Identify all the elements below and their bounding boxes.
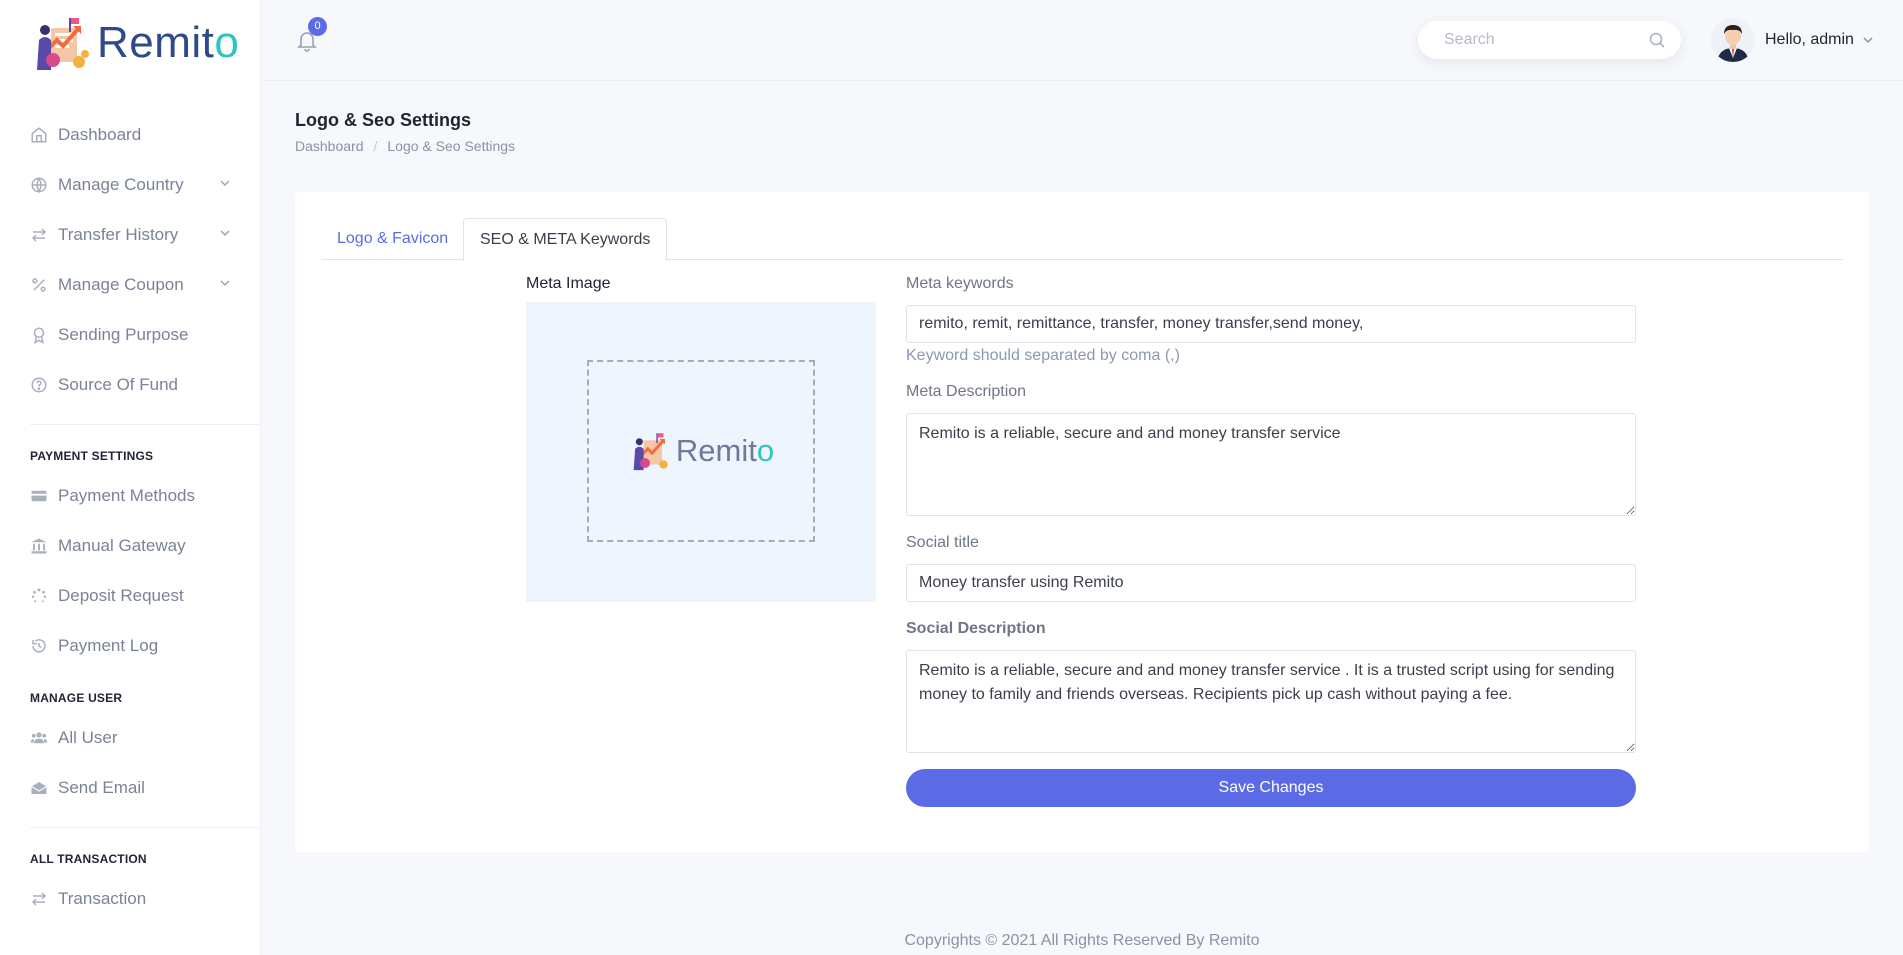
- spinner-icon: [30, 587, 48, 605]
- sidebar-item-label: Payment Methods: [58, 486, 196, 505]
- seo-form: Meta keywords Keyword should separated b…: [906, 275, 1636, 807]
- logo-illustration-icon: [633, 433, 668, 471]
- meta-image-logo: Remito: [628, 430, 774, 472]
- sidebar-item-manage-coupon[interactable]: Manage Coupon: [0, 260, 261, 310]
- search-input[interactable]: [1444, 31, 1644, 49]
- sidebar-heading-all-transaction: ALL TRANSACTION: [30, 852, 147, 866]
- social-title-label: Social title: [906, 534, 979, 551]
- sidebar-item-payment-methods[interactable]: Payment Methods: [0, 471, 261, 521]
- breadcrumb: Dashboard / Logo & Seo Settings: [295, 138, 515, 154]
- globe-icon: [30, 176, 48, 194]
- sidebar-item-all-user[interactable]: All User: [0, 713, 261, 763]
- meta-keywords-label: Meta keywords: [906, 275, 1014, 292]
- tab-bar: Logo & Favicon SEO & META Keywords: [321, 218, 1843, 261]
- tab-logo-favicon[interactable]: Logo & Favicon: [321, 218, 464, 260]
- sidebar-item-manual-gateway[interactable]: Manual Gateway: [0, 521, 261, 571]
- meta-image-logo-text: Remito: [675, 433, 775, 468]
- chevron-down-icon: [220, 230, 230, 237]
- page-footer: Copyrights © 2021 All Rights Reserved By…: [904, 932, 1260, 949]
- meta-image-label: Meta Image: [526, 275, 611, 292]
- sidebar-divider: [30, 827, 261, 828]
- tab-seo-meta-keywords[interactable]: SEO & META Keywords: [463, 218, 668, 261]
- notification-badge: 0: [308, 17, 327, 36]
- sidebar-item-label: Manage Country: [58, 175, 184, 194]
- sidebar-heading-payment-settings: PAYMENT SETTINGS: [30, 449, 154, 463]
- sidebar-item-label: Manage Coupon: [58, 275, 184, 294]
- social-description-label: Social Description: [906, 620, 1046, 637]
- sidebar-item-manage-country[interactable]: Manage Country: [0, 160, 261, 210]
- bank-icon: [30, 537, 48, 555]
- meta-keywords-hint: Keyword should separated by coma (,): [906, 347, 1180, 364]
- sidebar-item-transaction[interactable]: Transaction: [0, 874, 261, 924]
- chevron-down-icon: [1863, 37, 1873, 44]
- users-icon: [30, 729, 48, 747]
- percent-icon: [30, 276, 48, 294]
- search-icon[interactable]: [1649, 32, 1665, 48]
- social-description-textarea[interactable]: Remito is a reliable, secure and and mon…: [906, 650, 1636, 753]
- settings-card: Logo & Favicon SEO & META Keywords Meta …: [295, 192, 1869, 852]
- exchange-icon: [30, 890, 48, 908]
- history-icon: [30, 637, 48, 655]
- sidebar-item-sending-purpose[interactable]: Sending Purpose: [0, 310, 261, 360]
- envelope-icon: [30, 779, 48, 797]
- search-bar: [1418, 21, 1681, 59]
- user-greeting: Hello, admin: [1765, 31, 1854, 48]
- breadcrumb-current: Logo & Seo Settings: [387, 138, 516, 154]
- sidebar-item-deposit-request[interactable]: Deposit Request: [0, 571, 261, 621]
- social-title-input[interactable]: [906, 564, 1636, 602]
- award-icon: [30, 326, 48, 344]
- sidebar-item-label: Manual Gateway: [58, 536, 186, 555]
- logo-illustration-icon: [29, 14, 91, 72]
- sidebar-item-source-of-fund[interactable]: Source Of Fund: [0, 360, 261, 410]
- meta-keywords-input[interactable]: [906, 305, 1636, 343]
- brand-name: Remito: [97, 18, 240, 67]
- sidebar-item-label: Transfer History: [58, 225, 179, 244]
- sidebar-heading-manage-user: MANAGE USER: [30, 691, 123, 705]
- breadcrumb-separator: /: [373, 138, 378, 154]
- sidebar-nav: Dashboard Manage Country Transfer Histor…: [0, 110, 261, 924]
- brand-logo[interactable]: Remito: [29, 14, 239, 72]
- sidebar-divider: [30, 424, 261, 425]
- chevron-down-icon: [220, 180, 230, 187]
- chevron-down-icon: [220, 280, 230, 287]
- sidebar-item-label: Source Of Fund: [58, 375, 179, 394]
- question-icon: [30, 376, 48, 394]
- credit-card-icon: [30, 487, 48, 505]
- meta-image-upload[interactable]: Remito: [526, 302, 876, 602]
- meta-image-preview: Remito: [587, 360, 815, 542]
- exchange-icon: [30, 226, 48, 244]
- page-title: Logo & Seo Settings: [295, 110, 472, 130]
- sidebar-item-label: Send Email: [58, 778, 145, 797]
- sidebar-item-label: Payment Log: [58, 636, 159, 655]
- home-icon: [30, 126, 48, 144]
- sidebar-item-label: Deposit Request: [58, 586, 184, 605]
- save-changes-button[interactable]: Save Changes: [906, 769, 1636, 807]
- sidebar: Remito Dashboard Manage Country Transfer…: [0, 0, 261, 955]
- sidebar-item-label: All User: [58, 728, 118, 747]
- meta-description-label: Meta Description: [906, 383, 1027, 400]
- sidebar-item-label: Transaction: [58, 889, 147, 908]
- top-bar: 0 Hello, admin: [261, 0, 1903, 81]
- sidebar-item-send-email[interactable]: Send Email: [0, 763, 261, 813]
- avatar: [1711, 18, 1755, 62]
- sidebar-item-payment-log[interactable]: Payment Log: [0, 621, 261, 671]
- sidebar-item-label: Dashboard: [58, 125, 142, 144]
- sidebar-item-transfer-history[interactable]: Transfer History: [0, 210, 261, 260]
- sidebar-item-dashboard[interactable]: Dashboard: [0, 110, 261, 160]
- meta-description-textarea[interactable]: Remito is a reliable, secure and and mon…: [906, 413, 1636, 516]
- user-menu[interactable]: Hello, admin: [1711, 18, 1874, 62]
- breadcrumb-dashboard-link[interactable]: Dashboard: [295, 138, 364, 154]
- sidebar-item-label: Sending Purpose: [58, 325, 189, 344]
